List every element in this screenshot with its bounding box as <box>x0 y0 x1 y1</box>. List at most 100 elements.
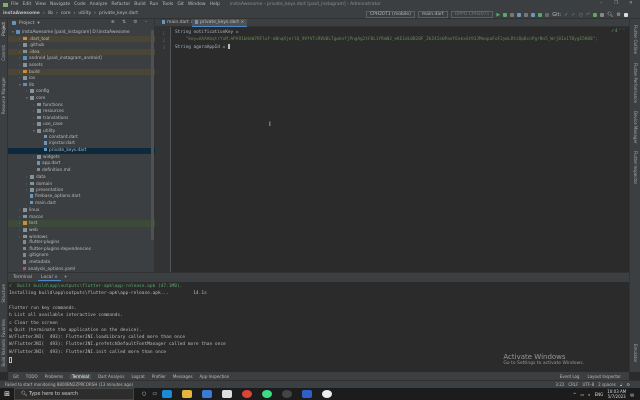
tree-item[interactable]: › domain <box>8 181 155 188</box>
tool-tab-todo[interactable]: TODO <box>26 374 38 379</box>
app-icon[interactable] <box>322 390 333 398</box>
tree-item[interactable]: ▾ lib <box>8 82 155 89</box>
tree-item[interactable]: › android [paid_instagram_android] <box>8 55 155 62</box>
clock[interactable]: 10:03 AM 5/7/2023 <box>607 389 626 399</box>
tree-item[interactable]: › .github <box>8 42 155 49</box>
history-icon[interactable]: ◷ <box>579 12 583 18</box>
breadcrumb-file[interactable]: private_keys.dart <box>99 11 138 16</box>
tree-item[interactable]: main.dart <box>8 200 155 208</box>
memory-icon[interactable]: ⚙ <box>626 382 630 387</box>
tool-commit[interactable]: Commit <box>1 45 6 61</box>
tool-device-manager[interactable]: Device Manager <box>633 111 638 143</box>
tree-item[interactable]: firebase_options.dart <box>8 194 155 201</box>
breadcrumb-core[interactable]: core <box>61 11 71 16</box>
tree-item[interactable]: › web <box>8 227 155 234</box>
file-explorer-icon[interactable] <box>182 390 193 398</box>
run-config-selector[interactable]: main.dart <box>417 11 448 18</box>
windows-start-icon[interactable]: ⊞ <box>0 390 14 398</box>
tree-item[interactable]: › config <box>8 88 155 95</box>
tool-tab-event-log[interactable]: Event Log <box>560 374 580 379</box>
tree-item[interactable]: › data <box>8 174 155 181</box>
rollback-icon[interactable]: ↶ <box>586 12 590 18</box>
tool-resource-manager[interactable]: Resource Manager <box>1 77 6 114</box>
store-icon[interactable] <box>202 390 213 398</box>
project-panel-tools[interactable]: ⊕ ⇅ ⚙ – <box>111 20 150 25</box>
tree-item[interactable]: ▾ utility <box>8 128 155 135</box>
caret-position[interactable]: 3:22 <box>555 382 564 387</box>
breadcrumb-utility[interactable]: utility <box>78 11 91 16</box>
menu-code[interactable]: Code <box>74 2 86 7</box>
tree-item[interactable]: .metadata <box>8 260 155 267</box>
tree-item[interactable]: injector.dart <box>8 141 155 148</box>
tool-tab-layout-inspector[interactable]: Layout Inspector <box>587 374 621 379</box>
tool-tab-messages[interactable]: Messages <box>173 374 193 379</box>
menu-tools[interactable]: Tools <box>162 2 173 7</box>
profile-icon[interactable] <box>510 12 515 17</box>
tree-item[interactable]: › ios <box>8 75 155 82</box>
run-icon[interactable]: ▶ <box>496 12 500 18</box>
device-manager-icon[interactable] <box>531 12 536 17</box>
debug-icon[interactable] <box>503 12 508 17</box>
git-commit-icon[interactable]: ✓ <box>571 12 575 18</box>
sdk-manager-icon[interactable] <box>538 12 543 17</box>
project-scrollbar[interactable] <box>151 30 154 240</box>
line-separator[interactable]: CRLF <box>568 382 578 387</box>
maximize-button[interactable]: ❐ <box>614 1 618 6</box>
network-icon[interactable]: ▭ <box>580 392 584 397</box>
tree-item[interactable]: app.dart <box>8 161 155 168</box>
code-line[interactable]: String notificationKey = <box>175 30 238 35</box>
tray-chevron-icon[interactable]: ^ <box>573 392 576 397</box>
tab-private-keys-dart[interactable]: private_keys.dart × <box>192 19 248 27</box>
add-terminal-button[interactable]: + <box>64 275 68 280</box>
device-selector[interactable]: CPH2071 (mobile) <box>365 11 415 18</box>
tree-item[interactable]: › .dart_tool <box>8 35 155 43</box>
menu-navigate[interactable]: Navigate <box>50 2 70 7</box>
menu-build[interactable]: Build <box>134 2 145 7</box>
status-message[interactable]: Failed to start monitoring 8800BN2ZPRCOR… <box>5 382 133 387</box>
menu-analyze[interactable]: Analyze <box>90 2 108 7</box>
structure-icon[interactable] <box>600 12 605 17</box>
tree-item[interactable]: ▾ instaAwesome [paid_instagram] D:\instaA… <box>8 29 155 36</box>
tool-structure[interactable]: Structure <box>1 284 6 303</box>
tree-item[interactable]: .gitignore <box>8 253 155 260</box>
stop-icon[interactable] <box>545 12 550 17</box>
tool-tab-terminal[interactable]: Terminal <box>70 373 91 379</box>
menu-run[interactable]: Run <box>150 2 159 7</box>
gear-icon[interactable]: ⚙ <box>617 12 621 18</box>
tree-item[interactable]: › test <box>8 220 155 227</box>
cortana-icon[interactable]: ○ <box>142 391 146 397</box>
tree-item[interactable]: › use_case <box>8 121 155 128</box>
tool-flutter-performance[interactable]: Flutter Performance <box>633 63 638 103</box>
tree-item[interactable]: › presentation <box>8 187 155 194</box>
edge-icon[interactable] <box>162 390 173 398</box>
code-line[interactable]: String agoraAppId = <box>175 44 230 50</box>
breadcrumb-project[interactable]: instaAwesome <box>3 11 40 16</box>
tab-local[interactable]: Local × <box>38 275 61 281</box>
code-line-string[interactable]: "key=AAAAbqtrYuM:APA91bHoW7RFlof-mBnqXje… <box>175 37 598 42</box>
tool-project[interactable]: Project <box>1 22 6 36</box>
taskbar-search[interactable]: 🔍︎ Type here to search <box>14 388 134 400</box>
tree-item[interactable]: › .idea <box>8 48 155 56</box>
powershell-icon[interactable] <box>302 390 313 398</box>
menu-help[interactable]: Help <box>210 2 220 7</box>
menu-git[interactable]: Git <box>177 2 184 7</box>
tree-item[interactable]: › functions <box>8 102 155 109</box>
notifications-icon[interactable]: ▤ <box>630 392 634 397</box>
attach-icon[interactable] <box>517 12 522 17</box>
tool-tab-profiler[interactable]: Profiler <box>152 374 166 379</box>
menu-edit[interactable]: Edit <box>23 2 32 7</box>
android-studio-taskbar-icon[interactable] <box>262 390 273 398</box>
tree-item[interactable]: .flutter-plugins <box>8 240 155 247</box>
tree-item[interactable]: › linux <box>8 207 155 214</box>
avd-icon[interactable] <box>593 12 598 17</box>
tree-item[interactable]: constant.dart <box>8 134 155 142</box>
indent-setting[interactable]: 2 spaces <box>598 382 616 387</box>
chrome-icon[interactable] <box>242 390 253 398</box>
minimize-button[interactable]: – <box>600 1 602 6</box>
tree-item[interactable]: › widgets <box>8 154 155 161</box>
tool-tab-git[interactable]: Git <box>13 374 19 379</box>
menu-file[interactable]: File <box>11 2 19 7</box>
tool-emulator[interactable]: Emulator <box>633 344 638 362</box>
lock-icon[interactable]: 🔓︎ <box>620 382 623 387</box>
tool-flutter-inspector[interactable]: Flutter Inspector <box>633 151 638 184</box>
